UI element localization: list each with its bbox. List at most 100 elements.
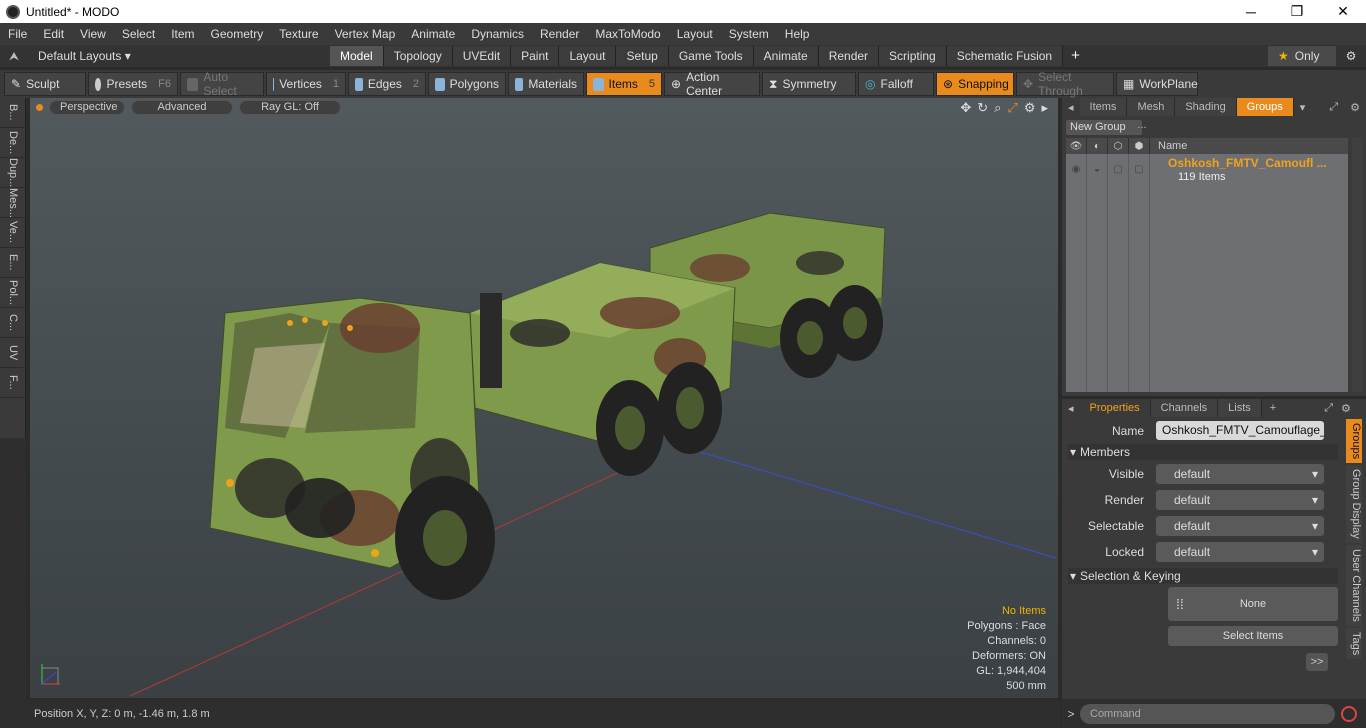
panel-expand-icon[interactable]: ⤢ xyxy=(1323,101,1344,114)
left-tab-curve[interactable]: C... xyxy=(0,308,26,338)
presets-button[interactable]: Presets F6 xyxy=(88,72,178,96)
tab-schematic-fusion[interactable]: Schematic Fusion xyxy=(946,46,1064,66)
name-column-header[interactable]: Name xyxy=(1150,140,1187,152)
select-items-button[interactable]: Select Items xyxy=(1168,626,1338,646)
3d-viewport[interactable]: Perspective Advanced Ray GL: Off ✥ ↻ ⌕ ⤢… xyxy=(30,98,1058,698)
gear-icon[interactable]: ⚙ xyxy=(1336,46,1366,66)
add-properties-tab-icon[interactable]: + xyxy=(1262,402,1284,414)
menu-select[interactable]: Select xyxy=(114,27,163,41)
action-center-button[interactable]: ⊕ Action Center xyxy=(664,70,760,98)
tab-scripting[interactable]: Scripting xyxy=(879,46,947,66)
close-button[interactable]: ✕ xyxy=(1320,0,1366,23)
tab-uvedit[interactable]: UVEdit xyxy=(452,46,512,66)
tab-animate[interactable]: Animate xyxy=(753,46,819,66)
properties-handle-icon[interactable]: ◂ xyxy=(1062,402,1080,415)
menu-animate[interactable]: Animate xyxy=(403,27,463,41)
left-tab-polygon[interactable]: Pol... xyxy=(0,278,26,308)
snapping-button[interactable]: ⊛ Snapping xyxy=(936,72,1014,96)
items-button[interactable]: Items 5 xyxy=(586,72,662,96)
polygons-button[interactable]: Polygons xyxy=(428,72,506,96)
menu-geometry[interactable]: Geometry xyxy=(203,27,272,41)
perspective-dropdown[interactable]: Perspective xyxy=(49,99,125,115)
tab-groups[interactable]: Groups xyxy=(1236,98,1294,116)
zoom-icon[interactable]: ⌕ xyxy=(994,100,1001,116)
tab-topology[interactable]: Topology xyxy=(383,46,453,66)
render-select[interactable]: default xyxy=(1156,490,1324,510)
visibility-eye-icon[interactable]: 👁 xyxy=(1066,138,1087,154)
viewport-settings-icon[interactable]: ⚙ xyxy=(1024,100,1036,116)
menu-view[interactable]: View xyxy=(72,27,114,41)
render-icon[interactable]: ◐ xyxy=(1087,138,1108,154)
edges-button[interactable]: Edges 2 xyxy=(348,72,426,96)
select-through-button[interactable]: ✥ Select Through xyxy=(1016,70,1114,98)
more-button[interactable]: >> xyxy=(1306,653,1328,671)
fit-icon[interactable]: ⤢ xyxy=(1007,100,1017,116)
row-render-toggle[interactable]: ◒ xyxy=(1087,154,1108,184)
tab-model[interactable]: Model xyxy=(330,46,384,66)
add-tab-icon[interactable]: + xyxy=(1063,46,1088,66)
left-tab-uv[interactable]: UV xyxy=(0,338,26,368)
maximize-button[interactable]: ❐ xyxy=(1274,0,1320,23)
panel-gear-icon[interactable]: ⚙ xyxy=(1344,101,1366,114)
group-row[interactable]: ◉ ◒ ▢ ▢ Oshkosh_FMTV_Camoufl ... 119 Ite… xyxy=(1066,154,1348,184)
group-name[interactable]: Oshkosh_FMTV_Camoufl ... xyxy=(1168,156,1327,170)
groups-scrollbar[interactable] xyxy=(1352,138,1362,392)
tab-items[interactable]: Items xyxy=(1079,98,1128,116)
record-icon[interactable] xyxy=(1341,706,1357,722)
new-group-button[interactable]: New Group xyxy=(1066,120,1142,135)
properties-gear-icon[interactable]: ⚙ xyxy=(1341,402,1351,415)
viewport-expand-icon[interactable]: ▸ xyxy=(1041,100,1048,116)
menu-dynamics[interactable]: Dynamics xyxy=(463,27,532,41)
collapse-up-icon[interactable]: ⮝ xyxy=(0,49,28,64)
members-section[interactable]: ▾ Members xyxy=(1068,444,1338,460)
menu-layout[interactable]: Layout xyxy=(669,27,721,41)
tab-render[interactable]: Render xyxy=(818,46,880,66)
row-visible-toggle[interactable]: ◉ xyxy=(1066,154,1087,184)
vertices-button[interactable]: Vertices 1 xyxy=(266,72,346,96)
command-input[interactable]: Command xyxy=(1080,704,1335,724)
workplane-button[interactable]: ▦ WorkPlane xyxy=(1116,72,1198,96)
advanced-dropdown[interactable]: Advanced xyxy=(131,99,233,115)
tabs-dropdown-icon[interactable]: ▾ xyxy=(1294,101,1312,114)
tab-channels[interactable]: Channels xyxy=(1150,399,1219,417)
rotate-icon[interactable]: ↻ xyxy=(977,100,988,116)
menu-help[interactable]: Help xyxy=(777,27,818,41)
row-lock-toggle[interactable]: ▢ xyxy=(1129,154,1150,184)
menu-maxtomodo[interactable]: MaxToModo xyxy=(587,27,668,41)
visible-select[interactable]: default xyxy=(1156,464,1324,484)
selection-keying-section[interactable]: ▾ Selection & Keying xyxy=(1068,568,1338,584)
minimize-button[interactable]: ─ xyxy=(1228,0,1274,23)
default-layouts-dropdown[interactable]: Default Layouts ▾ xyxy=(28,49,131,63)
left-tab-mesh[interactable]: Mes... xyxy=(0,188,26,218)
symmetry-button[interactable]: ⧗ Symmetry xyxy=(762,72,856,96)
left-tab-deform[interactable]: De... xyxy=(0,128,26,158)
tab-mesh[interactable]: Mesh ... xyxy=(1127,98,1176,131)
tab-shading[interactable]: Shading xyxy=(1175,98,1237,116)
properties-expand-icon[interactable]: ⤢ xyxy=(1324,402,1333,415)
left-tab-vertex[interactable]: Ve... xyxy=(0,218,26,248)
tab-setup[interactable]: Setup xyxy=(616,46,669,66)
materials-button[interactable]: Materials xyxy=(508,72,584,96)
select-icon[interactable]: ⬡ xyxy=(1108,138,1129,154)
tab-properties[interactable]: Properties xyxy=(1079,399,1151,417)
falloff-button[interactable]: ◎ Falloff xyxy=(858,72,934,96)
left-tab-basic[interactable]: B... xyxy=(0,98,26,128)
only-toggle[interactable]: ★ Only xyxy=(1268,46,1336,66)
panel-handle-icon[interactable]: ◂ xyxy=(1062,101,1080,114)
tab-game-tools[interactable]: Game Tools xyxy=(668,46,754,66)
name-field[interactable]: Oshkosh_FMTV_Camouflage_Car xyxy=(1156,421,1324,440)
tab-lists[interactable]: Lists xyxy=(1218,399,1262,417)
vtab-group-display[interactable]: Group Display xyxy=(1346,465,1362,543)
viewport-menu-dot[interactable] xyxy=(36,103,43,111)
auto-select-button[interactable]: Auto Select xyxy=(180,70,264,98)
menu-vertex-map[interactable]: Vertex Map xyxy=(327,27,404,41)
raygl-dropdown[interactable]: Ray GL: Off xyxy=(239,99,341,115)
tab-layout[interactable]: Layout xyxy=(559,46,617,66)
menu-render[interactable]: Render xyxy=(532,27,587,41)
row-select-toggle[interactable]: ▢ xyxy=(1108,154,1129,184)
lock-icon[interactable]: ⬢ xyxy=(1129,138,1150,154)
menu-system[interactable]: System xyxy=(721,27,777,41)
none-button[interactable]: ⁞⁞ None xyxy=(1168,587,1338,621)
menu-file[interactable]: File xyxy=(0,27,35,41)
vtab-groups[interactable]: Groups xyxy=(1346,419,1362,464)
